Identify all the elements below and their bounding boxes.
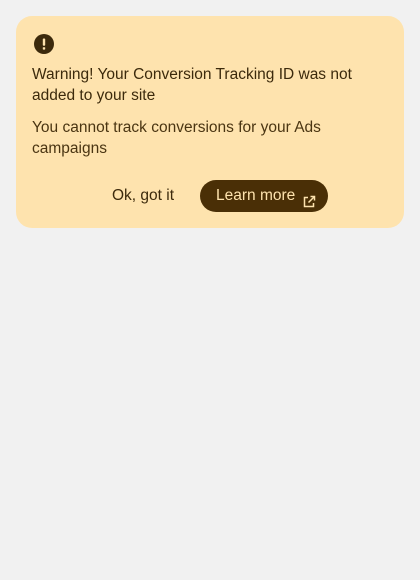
dismiss-button[interactable]: Ok, got it [100, 180, 186, 212]
warning-title: Warning! Your Conversion Tracking ID was… [32, 66, 352, 104]
error-icon [32, 32, 56, 56]
open-in-new-icon [302, 189, 316, 208]
learn-more-button[interactable]: Learn more [200, 180, 328, 212]
warning-description: You cannot track conversions for your Ad… [32, 119, 321, 157]
learn-more-label: Learn more [216, 187, 296, 204]
warning-banner: Warning! Your Conversion Tracking ID was… [16, 16, 404, 228]
